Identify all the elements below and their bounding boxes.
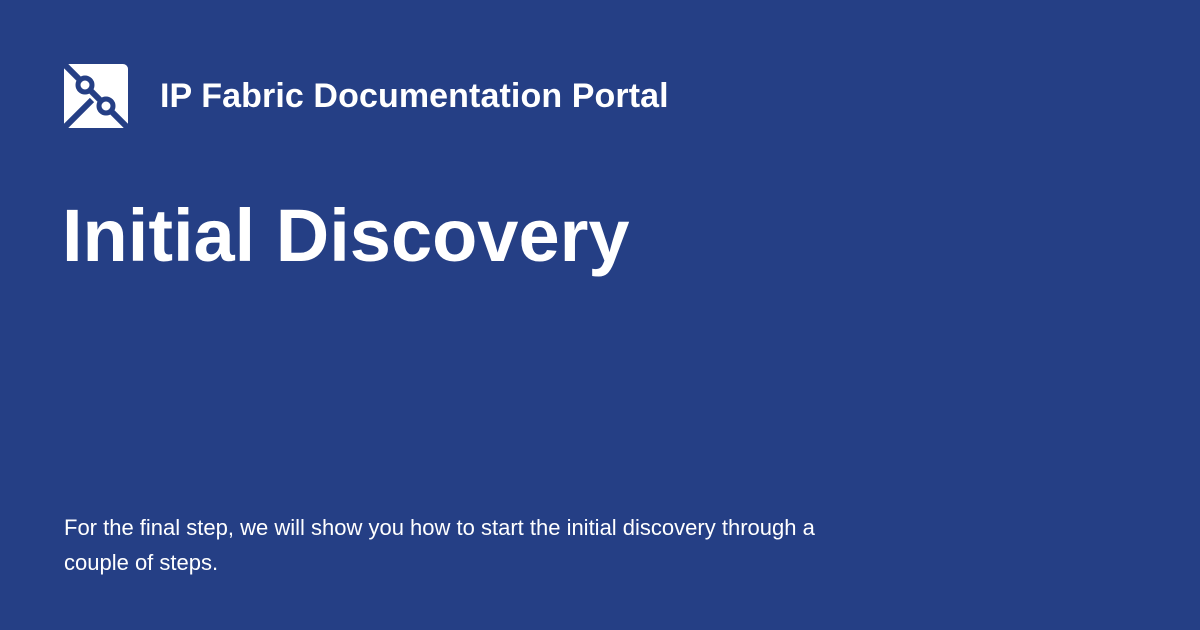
site-name: IP Fabric Documentation Portal [160, 76, 669, 115]
social-card: IP Fabric Documentation Portal Initial D… [0, 0, 1200, 630]
page-title: Initial Discovery [62, 194, 630, 277]
page-description: For the final step, we will show you how… [64, 515, 815, 575]
site-header: IP Fabric Documentation Portal [64, 64, 669, 128]
ip-fabric-logo-icon [64, 64, 128, 128]
